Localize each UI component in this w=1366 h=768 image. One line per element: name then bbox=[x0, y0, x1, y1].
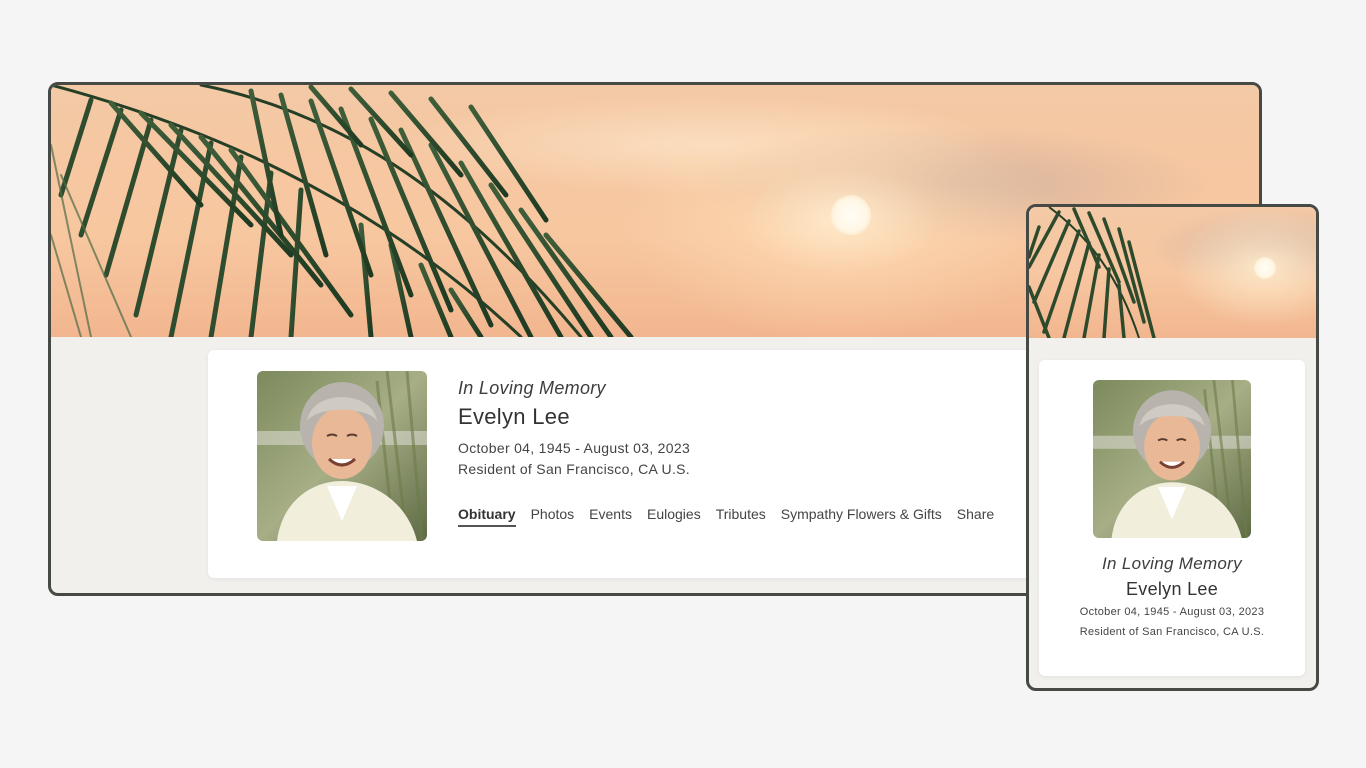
palm-leaves bbox=[51, 85, 634, 337]
tab-events[interactable]: Events bbox=[589, 506, 632, 527]
portrait-photo bbox=[1093, 380, 1251, 538]
memorial-card: In Loving Memory Evelyn Lee October 04, … bbox=[208, 350, 1048, 578]
tab-tributes[interactable]: Tributes bbox=[716, 506, 766, 527]
sun bbox=[831, 195, 871, 235]
life-dates: October 04, 1945 - August 03, 2023 bbox=[458, 440, 691, 456]
tab-photos[interactable]: Photos bbox=[531, 506, 575, 527]
memorial-nav-tabs: Obituary Photos Events Eulogies Tributes… bbox=[458, 506, 1009, 527]
sun bbox=[1254, 257, 1276, 279]
portrait-photo bbox=[257, 371, 427, 541]
life-dates: October 04, 1945 - August 03, 2023 bbox=[1079, 606, 1265, 618]
tab-obituary[interactable]: Obituary bbox=[458, 506, 516, 527]
mobile-preview-frame: In Loving Memory Evelyn Lee October 04, … bbox=[1026, 204, 1319, 691]
in-memory-heading: In Loving Memory bbox=[1102, 554, 1242, 573]
deceased-name: Evelyn Lee bbox=[458, 404, 570, 429]
palm-leaves bbox=[1029, 207, 1156, 338]
in-memory-heading: In Loving Memory bbox=[458, 378, 606, 398]
mobile-hero-banner-image bbox=[1029, 207, 1316, 338]
deceased-name: Evelyn Lee bbox=[1125, 579, 1219, 599]
tab-eulogies[interactable]: Eulogies bbox=[647, 506, 701, 527]
tab-sympathy-flowers-gifts[interactable]: Sympathy Flowers & Gifts bbox=[781, 506, 942, 527]
residence-text: Resident of San Francisco, CA U.S. bbox=[1079, 626, 1265, 638]
residence-text: Resident of San Francisco, CA U.S. bbox=[458, 461, 690, 477]
tab-share[interactable]: Share bbox=[957, 506, 994, 527]
mobile-memorial-card: In Loving Memory Evelyn Lee October 04, … bbox=[1039, 360, 1305, 676]
